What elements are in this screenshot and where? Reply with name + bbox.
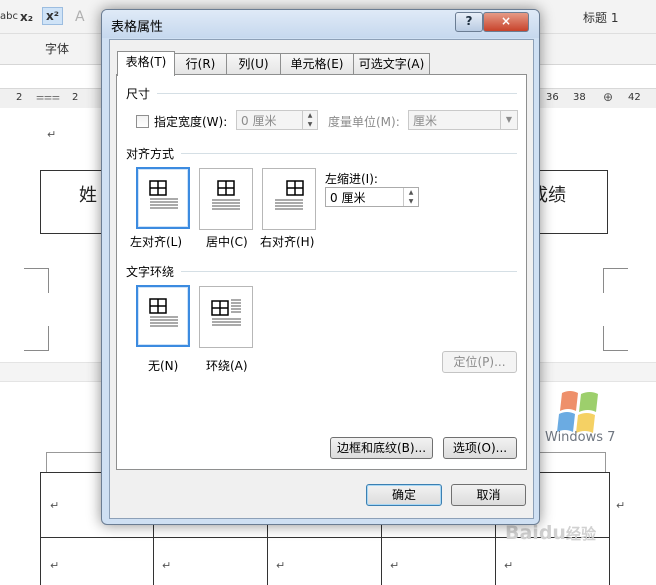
left-indent-spinner[interactable]: ▲ ▼	[403, 188, 418, 206]
paragraph-mark: ↵	[276, 559, 286, 572]
wrapping-section-label: 文字环绕	[126, 265, 175, 279]
page-corner-mark	[24, 326, 49, 351]
section-divider	[181, 153, 517, 154]
align-right-label[interactable]: 右对齐(H)	[260, 233, 314, 250]
align-right-option[interactable]	[262, 168, 316, 230]
font-group-label: 字体	[45, 42, 70, 56]
paragraph-mark: ↵	[390, 559, 400, 572]
ruler-number: 38	[573, 92, 586, 103]
align-center-icon	[212, 180, 240, 210]
align-center-label[interactable]: 居中(C)	[206, 233, 248, 250]
table-border	[609, 473, 610, 585]
spin-up-icon[interactable]: ▲	[404, 188, 418, 197]
specify-width-checkbox[interactable]	[136, 115, 149, 128]
spin-up-icon[interactable]: ▲	[303, 111, 317, 120]
paragraph-mark: ↵	[47, 128, 57, 141]
paragraph-mark: ↵	[504, 559, 514, 572]
strikethrough-button[interactable]: abc	[0, 11, 18, 22]
left-indent-label: 左缩进(I):	[325, 172, 378, 186]
ruler-number: 2	[72, 92, 79, 103]
tab-table[interactable]: 表格(T)	[117, 51, 175, 76]
table-properties-dialog[interactable]: 表格属性 ? × 表格(T) 行(R) 列(U) 单元格(E) 可选文字(A) …	[101, 9, 540, 525]
table-cell[interactable]: 姓	[40, 170, 106, 234]
position-button[interactable]: 定位(P)...	[442, 351, 517, 373]
tab-alt-text[interactable]: 可选文字(A)	[353, 53, 430, 74]
ruler-number: 2	[16, 92, 23, 103]
ruler-number: 42	[628, 92, 641, 103]
paragraph-mark: ↵	[50, 499, 60, 512]
wrap-none-label[interactable]: 无(N)	[148, 357, 178, 374]
table-border	[40, 473, 41, 585]
align-left-icon	[149, 180, 178, 209]
left-indent-value: 0 厘米	[330, 191, 366, 205]
width-spinner[interactable]: ▲ ▼	[302, 111, 317, 129]
windows-watermark-text: Windows 7	[545, 430, 616, 445]
align-left-option[interactable]	[136, 167, 190, 229]
page-corner-mark	[603, 326, 628, 351]
table-cell[interactable]: 成绩	[530, 170, 608, 234]
page-corner-mark	[603, 268, 628, 293]
page-corner-mark	[24, 268, 49, 293]
left-indent-input[interactable]: 0 厘米 ▲ ▼	[325, 187, 419, 207]
baidu-watermark-text: Baidu	[505, 522, 566, 544]
wrap-around-icon	[211, 299, 241, 326]
specify-width-label: 指定宽度(W):	[154, 115, 228, 129]
width-input[interactable]: 0 厘米 ▲ ▼	[236, 110, 318, 130]
cell-text: 姓	[79, 185, 97, 206]
measure-unit-label: 度量单位(M):	[328, 115, 400, 129]
dialog-content: 表格(T) 行(R) 列(U) 单元格(E) 可选文字(A) 尺寸 指定宽度(W…	[109, 39, 534, 519]
spin-down-icon[interactable]: ▼	[303, 120, 317, 129]
ruler-number: 36	[546, 92, 559, 103]
wrap-around-option[interactable]	[199, 286, 253, 348]
tab-cell[interactable]: 单元格(E)	[280, 53, 354, 74]
paragraph-mark: ↵	[50, 559, 60, 572]
baidu-watermark: Baidu经验	[505, 522, 596, 544]
measure-unit-value: 厘米	[413, 114, 438, 128]
tab-row[interactable]: 行(R)	[174, 53, 227, 74]
wrap-none-icon	[149, 298, 178, 327]
size-section-label: 尺寸	[126, 87, 151, 101]
ruler-indent-marker-icon[interactable]: ⩶	[36, 89, 60, 105]
chevron-down-icon[interactable]: ▼	[500, 111, 517, 129]
heading-1-style[interactable]: 标题 1	[583, 9, 618, 26]
alignment-section-label: 对齐方式	[126, 147, 175, 161]
close-button[interactable]: ×	[483, 12, 529, 32]
dialog-titlebar[interactable]: 表格属性 ? ×	[102, 10, 539, 38]
font-color-icon[interactable]: A	[75, 9, 85, 25]
superscript-button[interactable]: x²	[42, 7, 63, 25]
section-divider	[181, 271, 517, 272]
paragraph-mark: ↵	[162, 559, 172, 572]
align-center-option[interactable]	[199, 168, 253, 230]
help-button[interactable]: ?	[455, 12, 483, 32]
subscript-button[interactable]: x₂	[20, 10, 33, 24]
baidu-watermark-suffix: 经验	[565, 525, 596, 543]
align-left-label[interactable]: 左对齐(L)	[130, 233, 182, 250]
options-button[interactable]: 选项(O)...	[443, 437, 517, 459]
width-value: 0 厘米	[241, 114, 277, 128]
borders-shading-button[interactable]: 边框和底纹(B)...	[330, 437, 433, 459]
ruler-indent-marker-icon[interactable]: ⊕	[603, 90, 613, 104]
cancel-button[interactable]: 取消	[451, 484, 526, 506]
section-divider	[157, 93, 517, 94]
dialog-title: 表格属性	[111, 20, 164, 35]
ok-button[interactable]: 确定	[366, 484, 442, 506]
measure-unit-select[interactable]: 厘米 ▼	[408, 110, 518, 130]
spin-down-icon[interactable]: ▼	[404, 197, 418, 206]
wrap-none-option[interactable]	[136, 285, 190, 347]
wrap-around-label[interactable]: 环绕(A)	[206, 357, 248, 374]
paragraph-mark: ↵	[616, 499, 626, 512]
table-tab-panel: 尺寸 指定宽度(W): 0 厘米 ▲ ▼ 度量单位(M): 厘米 ▼ 对齐方式	[116, 74, 527, 470]
tab-column[interactable]: 列(U)	[226, 53, 281, 74]
align-right-icon	[275, 180, 304, 210]
